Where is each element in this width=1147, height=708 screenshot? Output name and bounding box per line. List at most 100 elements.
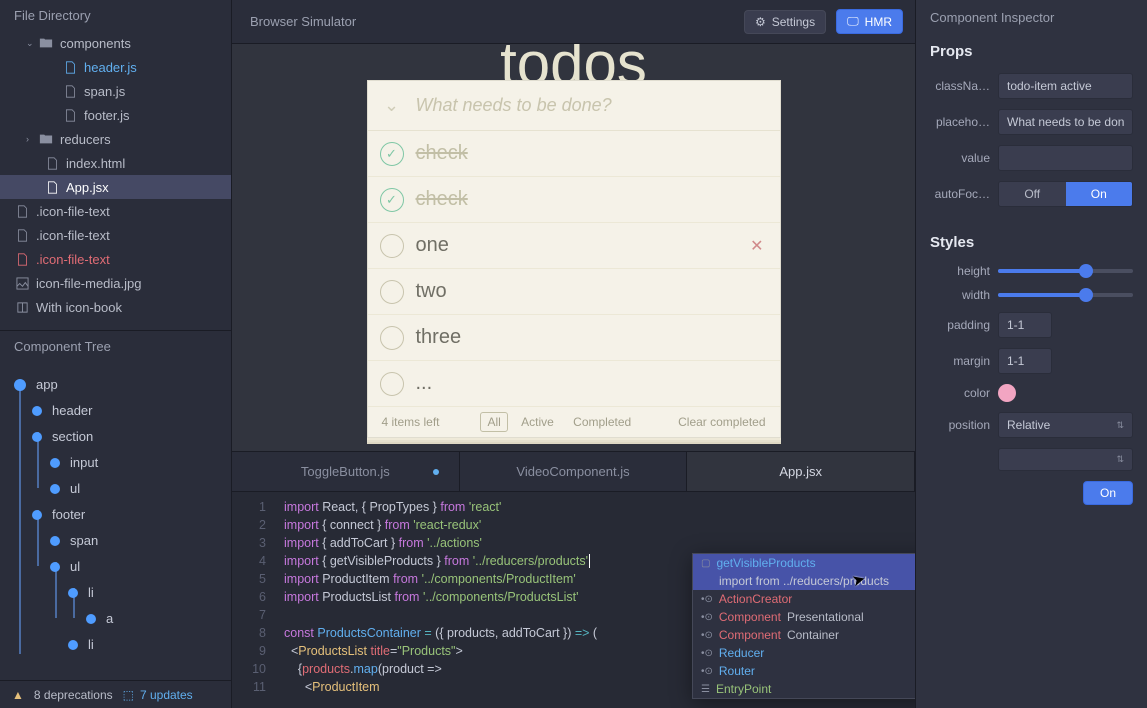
file-header-js[interactable]: header.js <box>0 55 231 79</box>
width-slider[interactable] <box>998 293 1133 297</box>
settings-button[interactable]: ⚙Settings <box>744 10 826 34</box>
symbol-icon: •⊙ <box>701 648 713 659</box>
prop-classname-input[interactable] <box>998 73 1133 99</box>
tab-video-component[interactable]: VideoComponent.js <box>460 452 688 491</box>
margin-input[interactable] <box>998 348 1052 374</box>
gear-icon: ⚙ <box>755 15 766 29</box>
node-span[interactable]: span <box>14 528 231 554</box>
warning-icon: ▲ <box>12 688 24 702</box>
status-bar: ▲ 8 deprecations ⬚7 updates <box>0 680 231 708</box>
padding-input[interactable] <box>998 312 1052 338</box>
deprecations-count[interactable]: 8 deprecations <box>34 688 113 702</box>
node-app[interactable]: app <box>14 372 231 398</box>
suggest-item[interactable]: •⊙Reducer <box>693 644 915 662</box>
filter-completed[interactable]: Completed <box>567 413 637 431</box>
chevron-down-icon: ⌄ <box>26 38 38 49</box>
toggle-on[interactable]: On <box>1066 182 1133 206</box>
autocomplete-popup[interactable]: ▢getVisibleProducts import from ../reduc… <box>692 553 915 699</box>
style-label: width <box>930 288 990 302</box>
height-slider[interactable] <box>998 269 1133 273</box>
checkbox-icon[interactable] <box>380 280 404 304</box>
props-section-title: Props <box>916 35 1147 68</box>
file-icon <box>44 157 60 170</box>
filter-active[interactable]: Active <box>515 413 560 431</box>
items-left: 4 items left <box>382 415 440 429</box>
file-icon <box>62 85 78 98</box>
todo-app: ⌄What needs to be done? ✓check ✓check on… <box>367 80 781 438</box>
toggle-all-icon[interactable]: ⌄ <box>368 95 416 116</box>
symbol-icon: •⊙ <box>701 630 713 641</box>
file-tree: ⌄components header.js span.js footer.js … <box>0 31 231 330</box>
symbol-icon: •⊙ <box>701 594 713 605</box>
suggest-item[interactable]: •⊙ComponentPresentational <box>693 608 915 626</box>
monitor-icon: 🖵 <box>847 14 859 29</box>
todo-item[interactable]: ✓check <box>368 131 780 177</box>
extra-select[interactable]: ⇅ <box>998 448 1133 471</box>
prop-value-input[interactable] <box>998 145 1133 171</box>
todo-item[interactable]: ✓check <box>368 177 780 223</box>
hmr-button[interactable]: 🖵HMR <box>836 9 903 34</box>
todo-item[interactable]: one✕ <box>368 223 780 269</box>
media-icon <box>14 277 30 290</box>
folder-components[interactable]: ⌄components <box>0 31 231 55</box>
file-index-html[interactable]: index.html <box>0 151 231 175</box>
node-li-1[interactable]: li <box>14 580 231 606</box>
code-editor[interactable]: 1234567891011 import React, { PropTypes … <box>232 492 915 708</box>
filter-all[interactable]: All <box>480 412 507 432</box>
file-icon-text-1[interactable]: .icon-file-text <box>0 199 231 223</box>
file-icon <box>14 229 30 242</box>
todo-item[interactable]: ... <box>368 361 780 407</box>
file-directory-title: File Directory <box>0 0 231 31</box>
checkbox-icon[interactable] <box>380 372 404 396</box>
tab-toggle-button[interactable]: ToggleButton.js <box>232 452 460 491</box>
checkbox-icon[interactable] <box>380 326 404 350</box>
node-input[interactable]: input <box>14 450 231 476</box>
folder-reducers[interactable]: ›reducers <box>0 127 231 151</box>
file-app-jsx[interactable]: App.jsx <box>0 175 231 199</box>
node-a[interactable]: a <box>14 606 231 632</box>
checkbox-icon[interactable]: ✓ <box>380 142 404 166</box>
file-icon <box>14 205 30 218</box>
position-select[interactable]: Relative⇅ <box>998 412 1133 438</box>
checkbox-icon[interactable]: ✓ <box>380 188 404 212</box>
node-footer[interactable]: footer <box>14 502 231 528</box>
delete-icon[interactable]: ✕ <box>750 236 763 256</box>
tab-app-jsx[interactable]: App.jsx <box>687 452 915 491</box>
prop-placeholder-input[interactable] <box>998 109 1133 135</box>
node-header[interactable]: header <box>14 398 231 424</box>
suggest-detail: import from ../reducers/products <box>693 572 915 590</box>
suggest-item[interactable]: ☰EntryPoint <box>693 680 915 698</box>
file-media[interactable]: icon-file-media.jpg <box>0 271 231 295</box>
node-ul-1[interactable]: ul <box>14 476 231 502</box>
node-section[interactable]: section <box>14 424 231 450</box>
file-span-js[interactable]: span.js <box>0 79 231 103</box>
style-on-button[interactable]: On <box>1083 481 1133 505</box>
updates-link[interactable]: ⬚7 updates <box>123 688 193 702</box>
todo-item[interactable]: two <box>368 269 780 315</box>
autofocus-toggle[interactable]: OffOn <box>998 181 1133 207</box>
style-label: padding <box>930 318 990 332</box>
todo-new-input[interactable]: ⌄What needs to be done? <box>368 81 780 131</box>
node-li-2[interactable]: li <box>14 632 231 658</box>
suggest-item[interactable]: •⊙ComponentContainer <box>693 626 915 644</box>
style-label: position <box>930 418 990 432</box>
file-icon <box>62 61 78 74</box>
node-ul-2[interactable]: ul <box>14 554 231 580</box>
styles-section-title: Styles <box>916 226 1147 259</box>
suggest-item[interactable]: •⊙Router <box>693 662 915 680</box>
toggle-off[interactable]: Off <box>999 182 1066 206</box>
clear-completed[interactable]: Clear completed <box>678 415 765 429</box>
checkbox-icon[interactable] <box>380 234 404 258</box>
style-label: margin <box>930 354 990 368</box>
suggest-item[interactable]: ▢getVisibleProducts <box>693 554 915 572</box>
file-icon <box>14 253 30 266</box>
todo-item[interactable]: three <box>368 315 780 361</box>
file-icon <box>44 181 60 194</box>
component-tree: app header section input ul footer span … <box>0 362 231 681</box>
color-swatch[interactable] <box>998 384 1016 402</box>
file-footer-js[interactable]: footer.js <box>0 103 231 127</box>
file-book[interactable]: With icon-book <box>0 295 231 319</box>
file-icon-text-2[interactable]: .icon-file-text <box>0 223 231 247</box>
suggest-item[interactable]: •⊙ActionCreator <box>693 590 915 608</box>
file-icon-text-3[interactable]: .icon-file-text <box>0 247 231 271</box>
